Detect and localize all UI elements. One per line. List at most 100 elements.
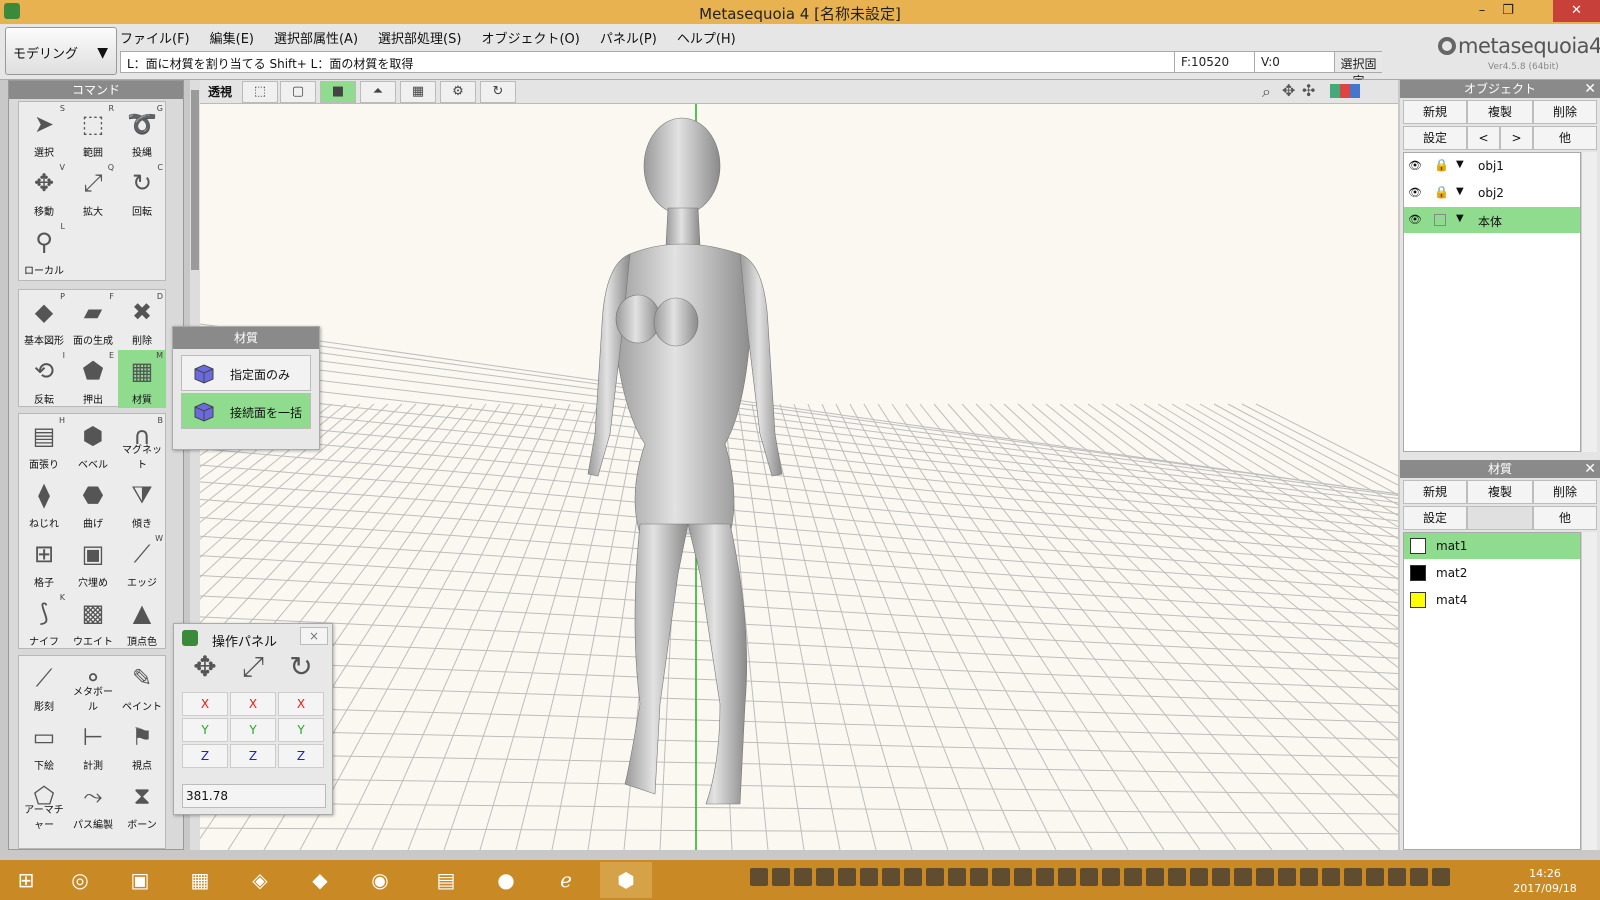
object-list-scrollbar[interactable]	[1581, 152, 1597, 452]
tray-icon[interactable]	[1058, 868, 1076, 886]
move-icon[interactable]: ✥	[182, 650, 228, 690]
assign-connected-faces-button[interactable]: 接続面を一括	[181, 393, 311, 429]
menu-select-process[interactable]: 選択部処理(S)	[378, 28, 461, 47]
delete-material-button[interactable]: 削除	[1533, 480, 1597, 504]
tray-icon[interactable]	[816, 868, 834, 886]
tray-icon[interactable]	[1212, 868, 1230, 886]
command-button[interactable]: ⟆ K ナイフ	[20, 592, 68, 650]
command-button[interactable]: ⟋ 彫刻	[20, 657, 68, 715]
start-button[interactable]: ⊞	[0, 862, 52, 898]
rotate-view-icon[interactable]: ✣	[1302, 81, 1315, 100]
tray-icon[interactable]	[1014, 868, 1032, 886]
layout-icon[interactable]	[1330, 84, 1360, 98]
command-button[interactable]: ▣ 穴埋め	[69, 533, 117, 591]
tray-icon[interactable]	[1146, 868, 1164, 886]
command-button[interactable]: ⧩ 傾き	[118, 474, 166, 532]
search-icon[interactable]: ⌕	[1262, 82, 1271, 102]
duplicate-material-button[interactable]: 複製	[1467, 480, 1533, 504]
command-button[interactable]: ▤ H 面張り	[20, 415, 68, 473]
tray-icon[interactable]	[970, 868, 988, 886]
tray-icon[interactable]	[904, 868, 922, 886]
command-button[interactable]: ↻ C 回転	[118, 162, 166, 220]
folder-icon[interactable]: ▤	[420, 862, 472, 898]
command-button[interactable]: ▭ 下絵	[20, 716, 68, 774]
command-button[interactable]: ⚑ 視点	[118, 716, 166, 774]
material-row[interactable]: mat2	[1404, 560, 1580, 586]
close-window-button[interactable]: ✕	[1553, 0, 1600, 22]
duplicate-object-button[interactable]: 複製	[1467, 100, 1533, 124]
command-button[interactable]: ∩ B マグネット	[118, 415, 166, 473]
command-button[interactable]: ✖ D 削除	[118, 291, 166, 349]
menu-edit[interactable]: 編集(E)	[210, 28, 254, 47]
tray-icon[interactable]	[992, 868, 1010, 886]
tray-icon[interactable]	[948, 868, 966, 886]
delete-object-button[interactable]: 削除	[1533, 100, 1597, 124]
command-button[interactable]: ◆ P 基本図形	[20, 291, 68, 349]
tray-icon[interactable]	[1124, 868, 1142, 886]
tray-icon[interactable]	[1344, 868, 1362, 886]
command-button[interactable]: ⬢ ベベル	[69, 415, 117, 473]
tray-icon[interactable]	[1300, 868, 1318, 886]
object-row-selected[interactable]: 👁 ▼ 本体	[1404, 207, 1580, 233]
visibility-icon[interactable]: 👁	[1408, 186, 1422, 199]
mode-selector[interactable]: モデリング ▼	[5, 27, 117, 75]
app-icon[interactable]: ▦	[174, 862, 226, 898]
command-button[interactable]: ⊞ 格子	[20, 533, 68, 591]
new-object-button[interactable]: 新規	[1403, 100, 1467, 124]
tray-icon[interactable]	[1366, 868, 1384, 886]
tray-icon[interactable]	[882, 868, 900, 886]
app-icon[interactable]: ▣	[114, 862, 166, 898]
material-other-button[interactable]: 他	[1533, 506, 1597, 530]
command-button[interactable]: ⤢ Q 拡大	[69, 162, 117, 220]
material-row-selected[interactable]: mat1	[1404, 533, 1580, 559]
internet-explorer-icon[interactable]: ℯ	[540, 862, 592, 898]
tray-icon[interactable]	[1256, 868, 1274, 886]
rotate-y-button[interactable]: Y	[278, 718, 324, 742]
visual-studio-icon[interactable]: ◈	[234, 862, 286, 898]
command-button[interactable]: ⚬ メタボール	[69, 657, 117, 715]
visibility-icon[interactable]: 👁	[1408, 213, 1422, 226]
move-z-button[interactable]: Z	[182, 744, 228, 768]
material-list-scrollbar[interactable]	[1581, 532, 1597, 850]
tray-icon[interactable]	[1234, 868, 1252, 886]
perspective-toggle[interactable]: 透視	[208, 83, 232, 100]
command-button[interactable]: ✥ V 移動	[20, 162, 68, 220]
new-material-button[interactable]: 新規	[1403, 480, 1467, 504]
chevron-down-icon[interactable]: ▼	[1456, 159, 1464, 170]
command-button[interactable]: ▩ ウエイト	[69, 592, 117, 650]
pan-icon[interactable]: ✥	[1282, 81, 1295, 100]
tray-icon[interactable]	[1388, 868, 1406, 886]
lock-icon[interactable]: 🔒	[1434, 185, 1449, 199]
selection-lock-button[interactable]: 選択固定	[1334, 52, 1382, 88]
move-y-button[interactable]: Y	[182, 718, 228, 742]
move-x-button[interactable]: X	[182, 692, 228, 716]
blender-icon[interactable]: ◉	[354, 862, 406, 898]
material-row[interactable]: mat4	[1404, 587, 1580, 613]
tray-icon[interactable]	[838, 868, 856, 886]
tray-icon[interactable]	[1102, 868, 1120, 886]
wireframe-icon[interactable]: ⬚	[242, 81, 278, 103]
gear-icon[interactable]: ⚙	[440, 81, 476, 103]
tray-icon[interactable]	[860, 868, 878, 886]
menu-object[interactable]: オブジェクト(O)	[481, 28, 579, 47]
unity-icon[interactable]: ◆	[294, 862, 346, 898]
frame-icon[interactable]: ▢	[280, 81, 316, 103]
command-button[interactable]: ⬚ R 範囲	[69, 103, 117, 161]
command-button[interactable]: ⟋ W エッジ	[118, 533, 166, 591]
scale-y-button[interactable]: Y	[230, 718, 276, 742]
command-button[interactable]: ⊢ 計測	[69, 716, 117, 774]
object-other-button[interactable]: 他	[1533, 126, 1597, 150]
command-button[interactable]: ✎ ペイント	[118, 657, 166, 715]
object-row[interactable]: 👁 🔒 ▼ obj2	[1404, 180, 1580, 206]
prev-object-button[interactable]: <	[1467, 126, 1500, 150]
close-panel-button[interactable]: ×	[300, 627, 328, 645]
metasequoia-icon[interactable]: ⬢	[600, 862, 652, 898]
scale-z-button[interactable]: Z	[230, 744, 276, 768]
scale-icon[interactable]: ⤢	[230, 650, 276, 690]
visibility-icon[interactable]: 👁	[1408, 159, 1422, 172]
chevron-down-icon[interactable]: ▼	[1456, 213, 1464, 224]
cube-view-icon[interactable]: ▦	[400, 81, 436, 103]
tray-icon[interactable]	[750, 868, 768, 886]
object-row[interactable]: 👁 🔒 ▼ obj1	[1404, 153, 1580, 179]
close-icon[interactable]: ✕	[1584, 80, 1596, 98]
